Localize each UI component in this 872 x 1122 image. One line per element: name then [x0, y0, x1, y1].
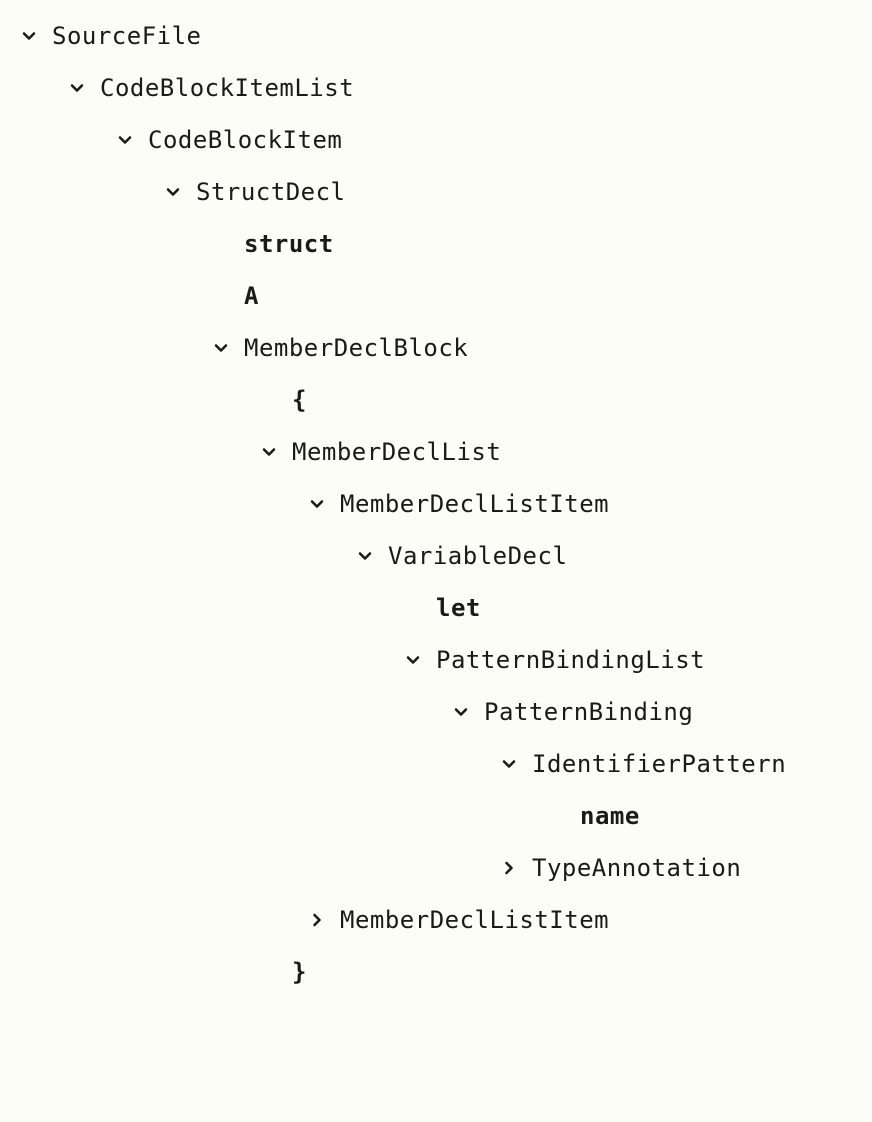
chevron-down-icon[interactable] — [160, 179, 186, 205]
chevron-down-icon[interactable] — [112, 127, 138, 153]
token-label: name — [580, 802, 640, 830]
token-label: { — [292, 386, 307, 414]
chevron-down-icon[interactable] — [256, 439, 282, 465]
node-label: MemberDeclListItem — [340, 490, 609, 518]
tree-token-openbrace[interactable]: { — [16, 374, 872, 426]
tree-node-structdecl[interactable]: StructDecl — [16, 166, 872, 218]
node-label: CodeBlockItem — [148, 126, 342, 154]
tree-token-struct[interactable]: struct — [16, 218, 872, 270]
tree-node-codeblockitem[interactable]: CodeBlockItem — [16, 114, 872, 166]
node-label: PatternBinding — [484, 698, 693, 726]
chevron-down-icon[interactable] — [400, 647, 426, 673]
tree-node-memberdecllistitem-collapsed[interactable]: MemberDeclListItem — [16, 894, 872, 946]
chevron-down-icon[interactable] — [352, 543, 378, 569]
chevron-down-icon[interactable] — [304, 491, 330, 517]
chevron-down-icon[interactable] — [208, 335, 234, 361]
tree-node-patternbindinglist[interactable]: PatternBindingList — [16, 634, 872, 686]
tree-node-memberdeclblock[interactable]: MemberDeclBlock — [16, 322, 872, 374]
node-label: MemberDeclBlock — [244, 334, 468, 362]
tree-node-variabledecl[interactable]: VariableDecl — [16, 530, 872, 582]
tree-token-name[interactable]: name — [16, 790, 872, 842]
chevron-right-icon[interactable] — [304, 907, 330, 933]
chevron-right-icon[interactable] — [496, 855, 522, 881]
node-label: VariableDecl — [388, 542, 567, 570]
tree-token-let[interactable]: let — [16, 582, 872, 634]
tree-node-patternbinding[interactable]: PatternBinding — [16, 686, 872, 738]
tree-node-memberdecllistitem[interactable]: MemberDeclListItem — [16, 478, 872, 530]
node-label: IdentifierPattern — [532, 750, 786, 778]
syntax-tree: SourceFile CodeBlockItemList CodeBlockIt… — [0, 0, 872, 998]
node-label: SourceFile — [52, 22, 202, 50]
chevron-down-icon[interactable] — [448, 699, 474, 725]
node-label: PatternBindingList — [436, 646, 705, 674]
token-label: A — [244, 282, 259, 310]
node-label: TypeAnnotation — [532, 854, 741, 882]
chevron-down-icon[interactable] — [16, 23, 42, 49]
token-label: } — [292, 958, 307, 986]
tree-node-codeblockitemlist[interactable]: CodeBlockItemList — [16, 62, 872, 114]
node-label: MemberDeclListItem — [340, 906, 609, 934]
chevron-down-icon[interactable] — [496, 751, 522, 777]
token-label: struct — [244, 230, 334, 258]
tree-node-sourcefile[interactable]: SourceFile — [16, 10, 872, 62]
tree-token-structname[interactable]: A — [16, 270, 872, 322]
tree-node-typeannotation[interactable]: TypeAnnotation — [16, 842, 872, 894]
token-label: let — [436, 594, 481, 622]
chevron-down-icon[interactable] — [64, 75, 90, 101]
node-label: StructDecl — [196, 178, 346, 206]
tree-node-identifierpattern[interactable]: IdentifierPattern — [16, 738, 872, 790]
node-label: CodeBlockItemList — [100, 74, 354, 102]
tree-token-closebrace[interactable]: } — [16, 946, 872, 998]
node-label: MemberDeclList — [292, 438, 501, 466]
tree-node-memberdecllist[interactable]: MemberDeclList — [16, 426, 872, 478]
